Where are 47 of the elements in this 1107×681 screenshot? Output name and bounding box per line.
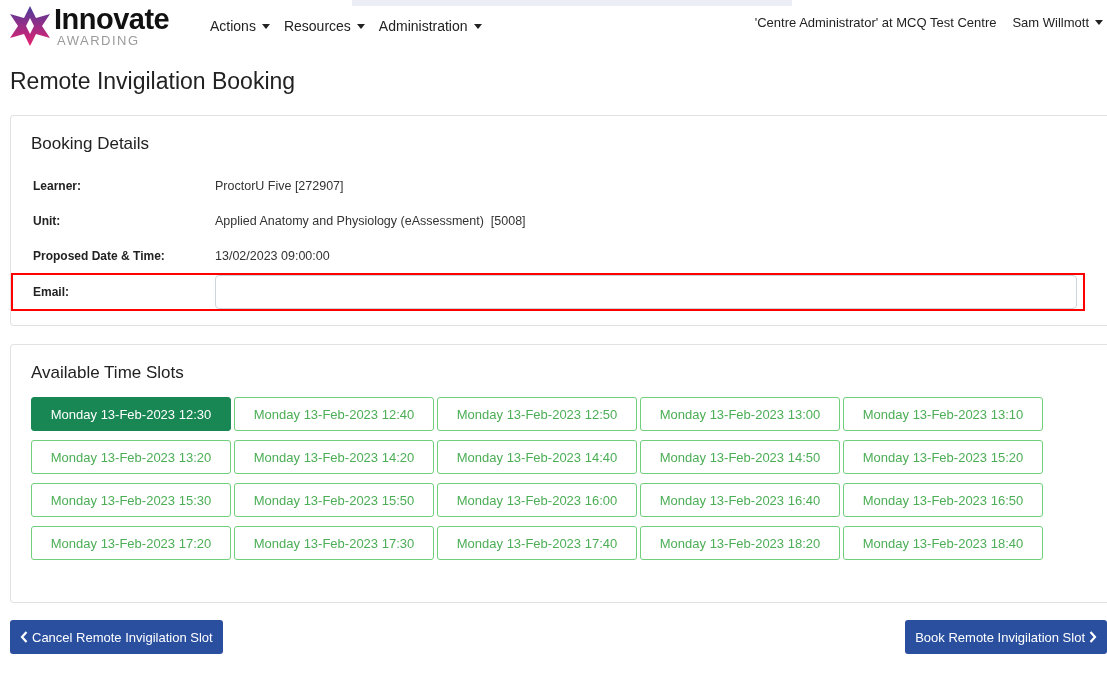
caret-icon (473, 23, 482, 29)
time-slot-button[interactable]: Monday 13-Feb-2023 18:20 (640, 526, 840, 560)
logo-tagline: AWARDING (57, 34, 141, 47)
time-slot-button[interactable]: Monday 13-Feb-2023 16:00 (437, 483, 637, 517)
nav-menu-link[interactable]: Resources (283, 18, 365, 34)
user-menu-link[interactable]: Sam Willmott (1012, 15, 1103, 30)
field-value: ProctorU Five [272907] (215, 178, 344, 193)
page-title: Remote Invigilation Booking (10, 68, 297, 95)
time-slot-button[interactable]: Monday 13-Feb-2023 13:00 (640, 397, 840, 431)
time-slot-button[interactable]: Monday 13-Feb-2023 13:10 (843, 397, 1043, 431)
field-label: Proposed Date & Time: (33, 248, 166, 263)
time-slot-button[interactable]: Monday 13-Feb-2023 15:50 (234, 483, 434, 517)
time-slot-button[interactable]: Monday 13-Feb-2023 16:50 (843, 483, 1043, 517)
time-slot-button[interactable]: Monday 13-Feb-2023 17:30 (234, 526, 434, 560)
card-heading: Available Time Slots (31, 363, 185, 383)
nav-menu-link[interactable]: Administration (378, 18, 482, 34)
time-slot-button[interactable]: Monday 13-Feb-2023 14:40 (437, 440, 637, 474)
time-slot-button[interactable]: Monday 13-Feb-2023 12:30 (31, 397, 231, 431)
nav-menu-link[interactable]: Actions (210, 18, 270, 34)
caret-icon (261, 23, 270, 29)
chevron-left-icon (20, 631, 28, 643)
time-slot-button[interactable]: Monday 13-Feb-2023 12:50 (437, 397, 637, 431)
book-button[interactable]: Book Remote Invigilation Slot (905, 620, 1107, 654)
card-heading: Booking Details (31, 134, 151, 154)
field-value: Applied Anatomy and Physiology (eAssessment) [5008] (215, 213, 526, 228)
caret-icon (1095, 20, 1103, 25)
field-value: 13/02/2023 09:00:00 (215, 248, 330, 263)
field-label: Learner: (33, 178, 83, 193)
star-logo-icon (8, 4, 52, 48)
chevron-right-icon (1089, 631, 1097, 643)
time-slot-button[interactable]: Monday 13-Feb-2023 18:40 (843, 526, 1043, 560)
time-slot-button[interactable]: Monday 13-Feb-2023 15:30 (31, 483, 231, 517)
time-slot-button[interactable]: Monday 13-Feb-2023 14:20 (234, 440, 434, 474)
time-slot-button[interactable]: Monday 13-Feb-2023 16:40 (640, 483, 840, 517)
cancel-button[interactable]: Cancel Remote Invigilation Slot (10, 620, 223, 654)
caret-icon (356, 23, 365, 29)
time-slot-button[interactable]: Monday 13-Feb-2023 17:20 (31, 526, 231, 560)
email-input-field[interactable] (215, 275, 1077, 309)
role-text: 'Centre Administrator' at MCQ Test Centre (754, 15, 997, 30)
field-label: Email: (33, 285, 70, 299)
time-slot-button[interactable]: Monday 13-Feb-2023 12:40 (234, 397, 434, 431)
time-slot-button[interactable]: Monday 13-Feb-2023 14:50 (640, 440, 840, 474)
logo-name: Innovate (54, 5, 170, 34)
field-label: Unit: (33, 213, 62, 228)
time-slot-button[interactable]: Monday 13-Feb-2023 13:20 (31, 440, 231, 474)
time-slot-button[interactable]: Monday 13-Feb-2023 17:40 (437, 526, 637, 560)
time-slot-button[interactable]: Monday 13-Feb-2023 15:20 (843, 440, 1043, 474)
